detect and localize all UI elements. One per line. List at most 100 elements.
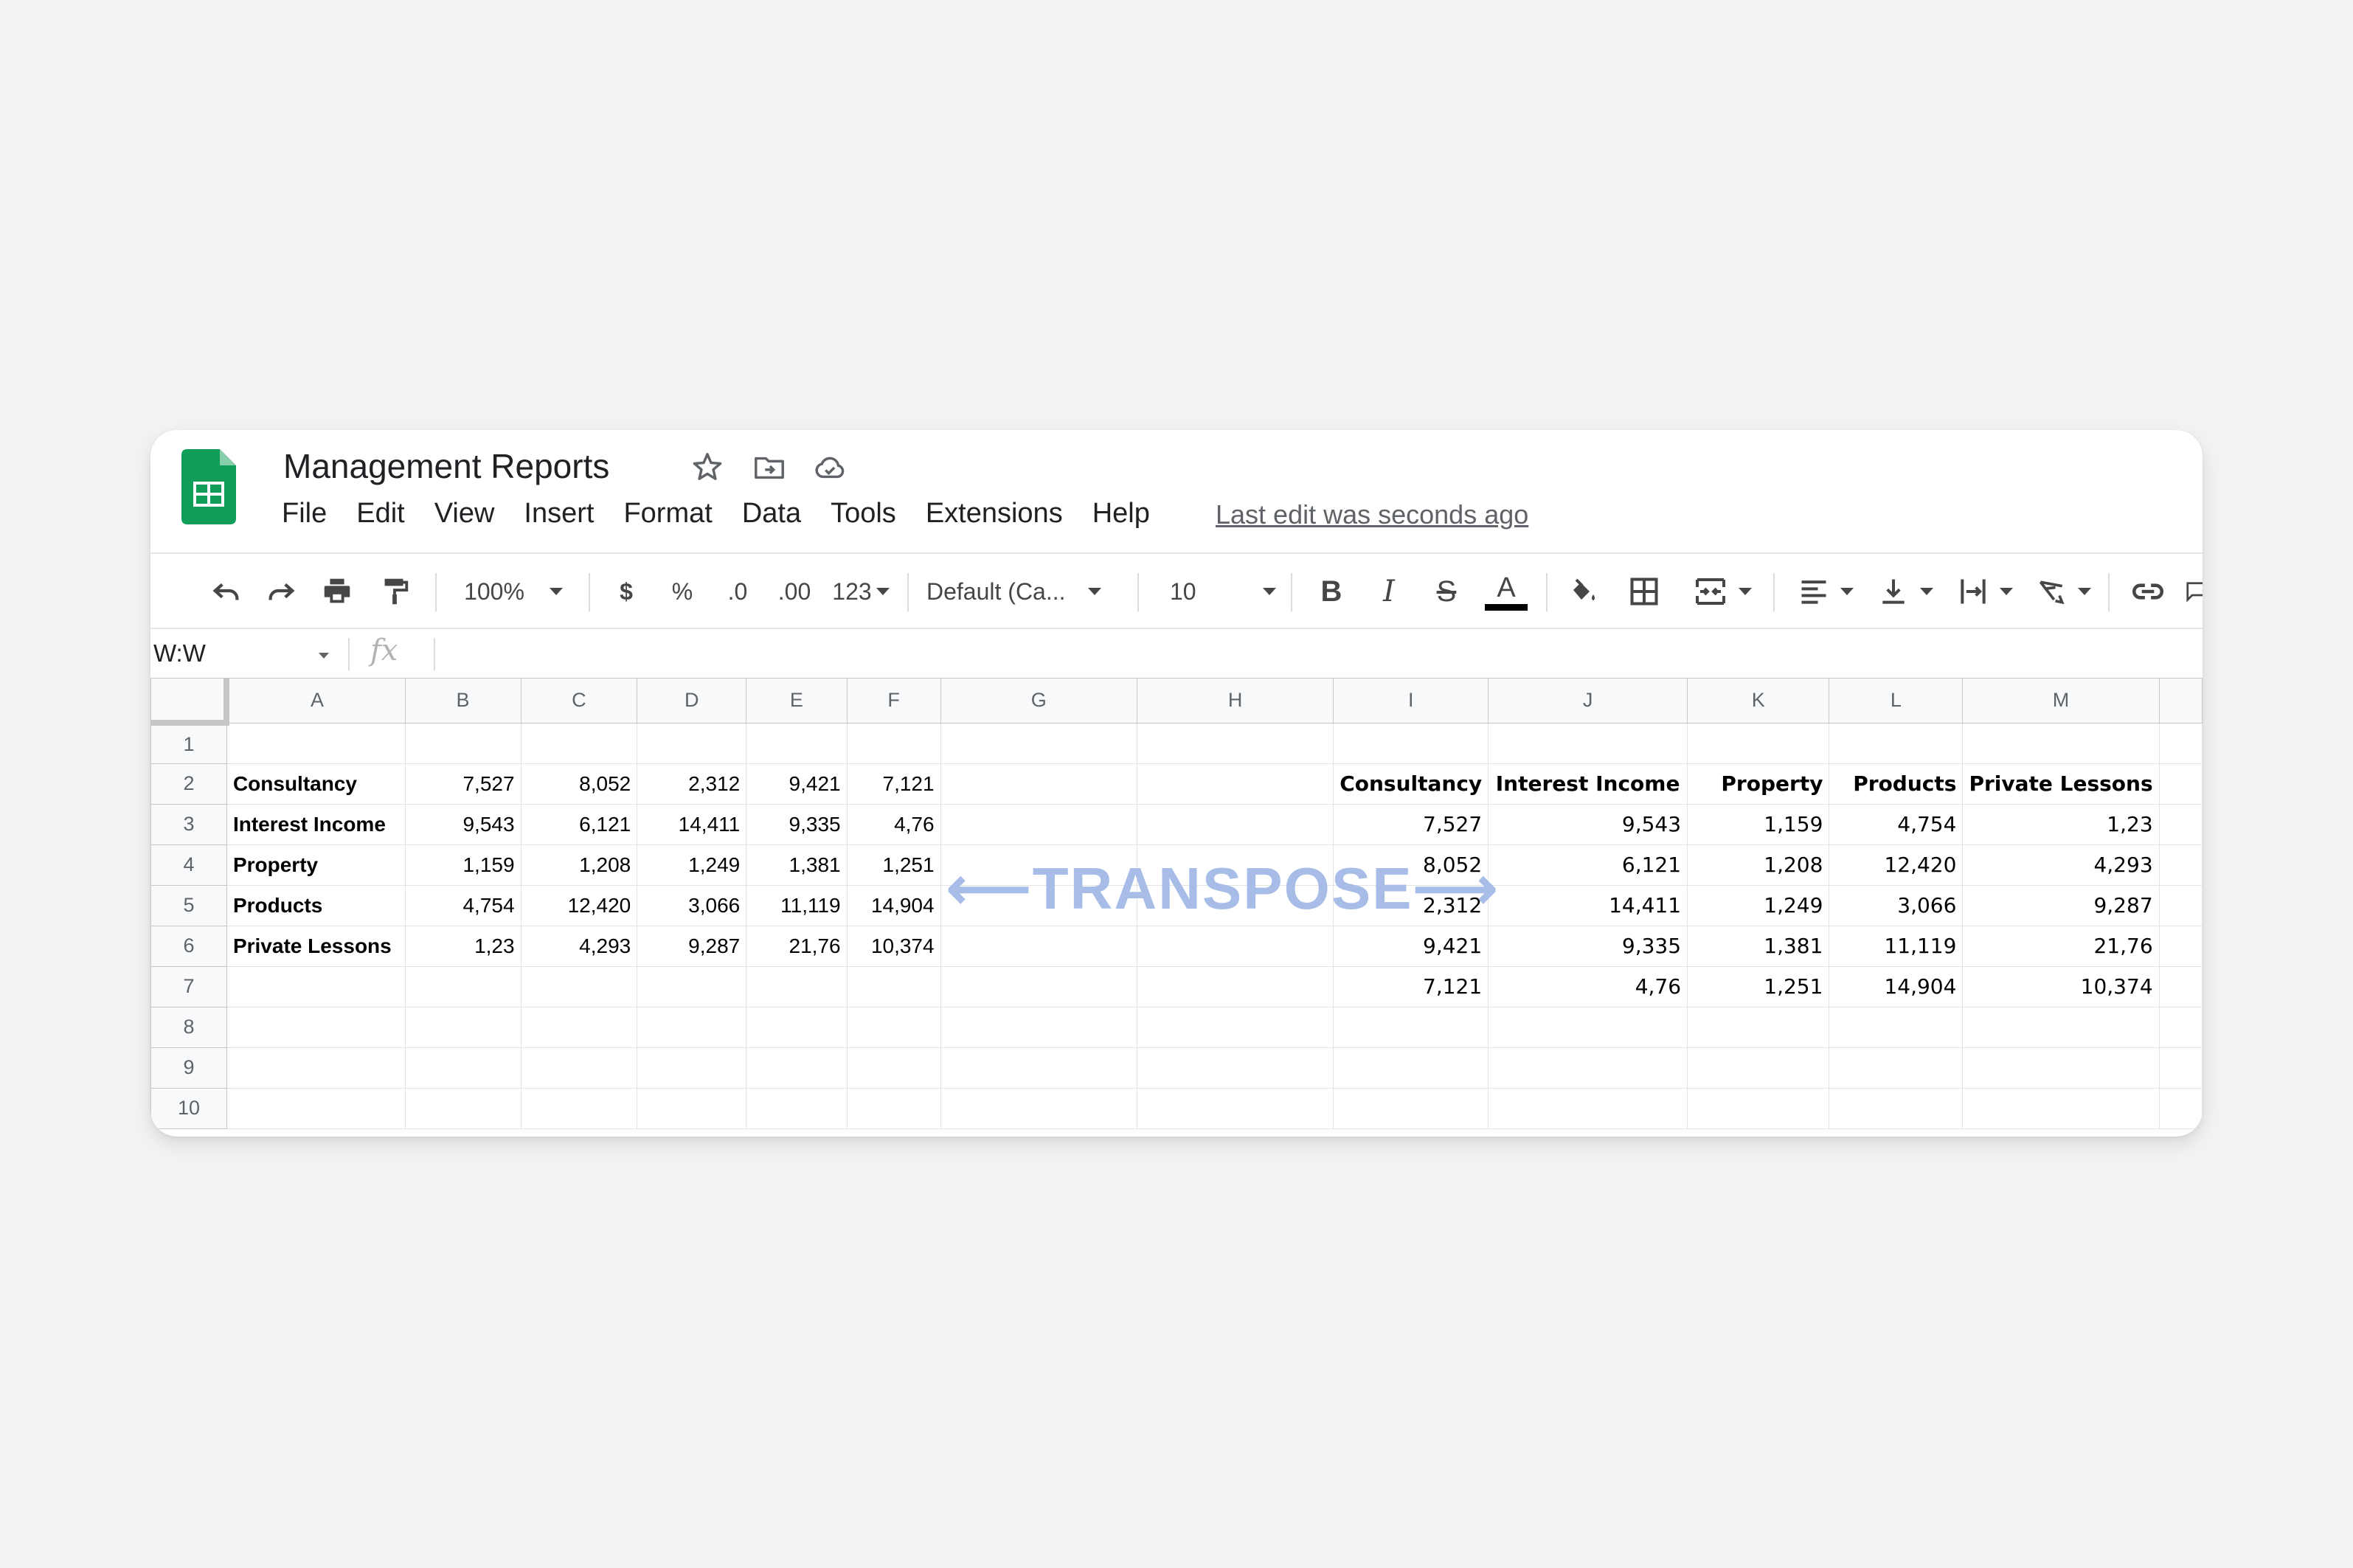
cell[interactable]: [1136, 965, 1334, 1007]
cell[interactable]: [2158, 1006, 2203, 1048]
value-cell[interactable]: 9,543: [1488, 803, 1688, 845]
print-button[interactable]: [319, 573, 356, 610]
value-cell[interactable]: 1,251: [1687, 965, 1830, 1007]
cell[interactable]: [1962, 1047, 2160, 1089]
insert-link-button[interactable]: [2127, 573, 2169, 610]
row-header[interactable]: 4: [150, 844, 227, 886]
cell[interactable]: [1962, 1006, 2160, 1048]
cell[interactable]: [637, 965, 747, 1007]
cell[interactable]: [2158, 884, 2203, 926]
text-rotation-dropdown[interactable]: [2030, 573, 2096, 610]
cell[interactable]: [226, 965, 406, 1007]
value-cell[interactable]: 21,76: [1962, 925, 2160, 967]
column-header-c[interactable]: C: [520, 678, 638, 724]
cell[interactable]: [940, 1006, 1137, 1048]
value-cell[interactable]: 8,052: [520, 763, 638, 805]
cell[interactable]: [940, 965, 1137, 1007]
merge-cells-dropdown[interactable]: [1682, 573, 1763, 610]
value-cell[interactable]: 1,208: [1687, 844, 1830, 886]
cell[interactable]: [2158, 1047, 2203, 1089]
value-cell[interactable]: 3,066: [637, 884, 747, 926]
cell[interactable]: [1136, 763, 1334, 805]
value-cell[interactable]: 1,249: [637, 844, 747, 886]
cell[interactable]: [940, 1047, 1137, 1089]
column-header-e[interactable]: E: [746, 678, 848, 724]
cell[interactable]: [1687, 722, 1830, 764]
row-header[interactable]: 3: [150, 803, 227, 845]
fill-color-button[interactable]: [1562, 573, 1602, 610]
value-cell[interactable]: 21,76: [746, 925, 848, 967]
font-family-dropdown[interactable]: Default (Ca...: [926, 573, 1121, 610]
cell[interactable]: [520, 722, 638, 764]
value-cell[interactable]: 9,421: [1333, 925, 1489, 967]
value-cell[interactable]: 4,293: [1962, 844, 2160, 886]
redo-button[interactable]: [263, 573, 299, 610]
column-header-i[interactable]: I: [1333, 678, 1489, 724]
value-cell[interactable]: 7,527: [1333, 803, 1489, 845]
menu-data[interactable]: Data: [742, 498, 801, 530]
row-label-cell[interactable]: Interest Income: [226, 803, 406, 845]
value-cell[interactable]: 12,420: [520, 884, 638, 926]
cell[interactable]: [846, 722, 941, 764]
value-cell[interactable]: 1,381: [1687, 925, 1830, 967]
menu-insert[interactable]: Insert: [524, 498, 594, 530]
cell[interactable]: [746, 965, 848, 1007]
value-cell[interactable]: 9,335: [1488, 925, 1688, 967]
document-title[interactable]: Management Reports: [283, 446, 609, 486]
cell[interactable]: [1829, 722, 1964, 764]
value-cell[interactable]: 4,754: [1829, 803, 1964, 845]
column-header-a[interactable]: A: [226, 678, 406, 724]
cell[interactable]: [226, 1087, 406, 1129]
column-header-f[interactable]: F: [846, 678, 941, 724]
value-cell[interactable]: 7,121: [1333, 965, 1489, 1007]
value-cell[interactable]: 6,121: [520, 803, 638, 845]
menu-edit[interactable]: Edit: [356, 498, 404, 530]
cell[interactable]: [1488, 1006, 1688, 1048]
decrease-decimal-button[interactable]: .0: [715, 573, 760, 610]
cell[interactable]: [2158, 803, 2203, 845]
cell[interactable]: [940, 803, 1137, 845]
cell[interactable]: [1136, 925, 1334, 967]
font-size-dropdown[interactable]: 10: [1170, 573, 1295, 610]
cell[interactable]: [1333, 1006, 1489, 1048]
value-cell[interactable]: 9,335: [746, 803, 848, 845]
cell[interactable]: [1488, 1047, 1688, 1089]
cell[interactable]: [746, 722, 848, 764]
name-box[interactable]: W:W: [153, 639, 206, 667]
cell[interactable]: [1136, 722, 1334, 764]
value-cell[interactable]: 1,159: [404, 844, 521, 886]
column-header-m[interactable]: M: [1962, 678, 2160, 724]
column-header-l[interactable]: L: [1829, 678, 1964, 724]
cell[interactable]: [404, 965, 521, 1007]
menu-help[interactable]: Help: [1092, 498, 1150, 530]
cell[interactable]: [2158, 844, 2203, 886]
cell[interactable]: [1333, 722, 1489, 764]
value-cell[interactable]: 9,543: [404, 803, 521, 845]
value-cell[interactable]: 1,251: [846, 844, 941, 886]
cell[interactable]: [637, 1087, 747, 1129]
value-cell[interactable]: 2,312: [637, 763, 747, 805]
column-header-h[interactable]: H: [1136, 678, 1334, 724]
cell[interactable]: [520, 1047, 638, 1089]
star-icon[interactable]: [690, 451, 724, 485]
cell[interactable]: [637, 1006, 747, 1048]
increase-decimal-button[interactable]: .00: [769, 573, 820, 610]
name-box-dropdown-icon[interactable]: [319, 653, 329, 659]
header-cell[interactable]: Property: [1687, 763, 1830, 805]
cell[interactable]: [1136, 803, 1334, 845]
percent-format-button[interactable]: %: [664, 573, 701, 610]
more-formats-dropdown[interactable]: 123: [828, 573, 894, 610]
column-header-g[interactable]: G: [940, 678, 1137, 724]
row-header[interactable]: 2: [150, 763, 227, 805]
column-header-b[interactable]: B: [404, 678, 521, 724]
cell[interactable]: [1962, 722, 2160, 764]
currency-format-button[interactable]: $: [608, 573, 645, 610]
cell[interactable]: [940, 763, 1137, 805]
cell[interactable]: [1136, 1047, 1334, 1089]
menu-view[interactable]: View: [434, 498, 495, 530]
cell[interactable]: [2158, 965, 2203, 1007]
cell[interactable]: [846, 965, 941, 1007]
cell[interactable]: [1136, 1006, 1334, 1048]
row-label-cell[interactable]: Products: [226, 884, 406, 926]
value-cell[interactable]: 14,411: [637, 803, 747, 845]
